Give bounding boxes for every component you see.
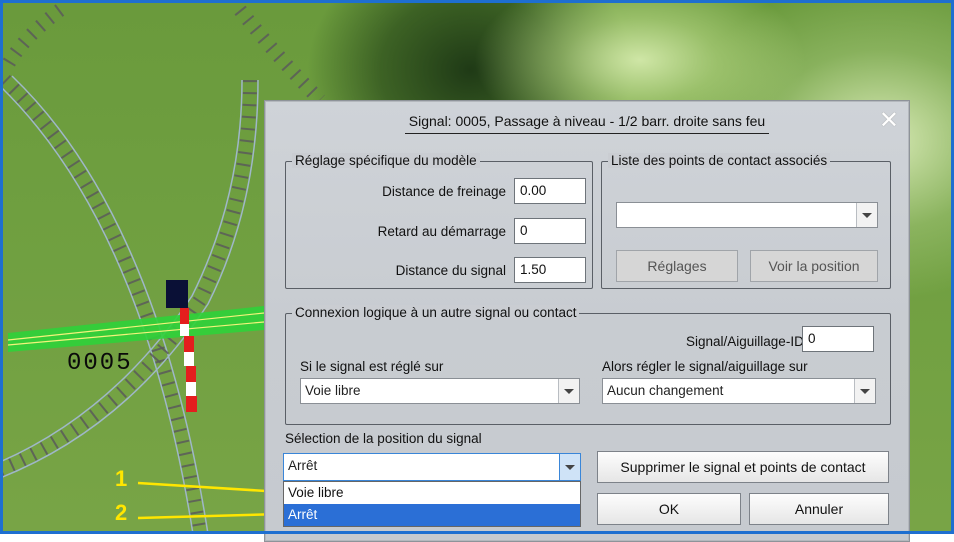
settings-button[interactable]: Réglages xyxy=(616,250,738,282)
view-position-button[interactable]: Voir la position xyxy=(750,250,878,282)
position-option-voie-libre[interactable]: Voie libre xyxy=(284,482,580,504)
dialog-title: Signal: 0005, Passage à niveau - 1/2 bar… xyxy=(265,113,909,134)
model-settings-group: Réglage spécifique du modèle Distance de… xyxy=(285,153,593,289)
if-signal-combo[interactable]: Voie libre xyxy=(300,378,580,404)
chevron-down-icon[interactable] xyxy=(559,454,580,480)
contacts-combo[interactable] xyxy=(616,202,878,228)
signal-distance-input[interactable]: 1.50 xyxy=(514,257,586,283)
dialog-title-text: Signal: 0005, Passage à niveau - 1/2 bar… xyxy=(404,113,770,134)
position-select-value: Arrêt xyxy=(288,458,318,473)
braking-distance-input[interactable]: 0.00 xyxy=(514,178,586,204)
contacts-legend: Liste des points de contact associés xyxy=(608,153,831,168)
braking-distance-label: Distance de freinage xyxy=(382,184,506,199)
signal-distance-label: Distance du signal xyxy=(395,263,506,278)
position-option-arret[interactable]: Arrêt xyxy=(284,504,580,526)
delete-signal-button[interactable]: Supprimer le signal et points de contact xyxy=(597,451,889,483)
start-delay-input[interactable]: 0 xyxy=(514,218,586,244)
track-label: 0005 xyxy=(67,350,133,377)
start-delay-label: Retard au démarrage xyxy=(377,224,506,239)
signal-id-input[interactable]: 0 xyxy=(802,326,874,352)
signal-dialog: Signal: 0005, Passage à niveau - 1/2 bar… xyxy=(264,100,910,542)
chevron-down-icon[interactable] xyxy=(856,203,877,227)
position-selection-label: Sélection de la position du signal xyxy=(285,431,482,446)
then-signal-value: Aucun changement xyxy=(607,383,724,398)
ok-button[interactable]: OK xyxy=(597,493,741,525)
callout-2: 2 xyxy=(115,500,128,525)
if-signal-value: Voie libre xyxy=(305,383,361,398)
chevron-down-icon[interactable] xyxy=(854,379,875,403)
signal-id-label: Signal/Aiguillage-ID xyxy=(686,334,804,349)
cancel-button[interactable]: Annuler xyxy=(749,493,889,525)
then-signal-label: Alors régler le signal/aiguillage sur xyxy=(602,359,808,374)
if-signal-label: Si le signal est réglé sur xyxy=(300,359,444,374)
callout-1: 1 xyxy=(115,466,128,491)
contacts-group: Liste des points de contact associés Rég… xyxy=(601,153,891,289)
position-dropdown-list: Voie libre Arrêt xyxy=(283,481,581,527)
position-select[interactable]: Arrêt xyxy=(283,453,581,481)
logic-connection-legend: Connexion logique à un autre signal ou c… xyxy=(292,305,580,320)
close-icon[interactable]: ✕ xyxy=(879,109,899,133)
model-settings-legend: Réglage spécifique du modèle xyxy=(292,153,480,168)
logic-connection-group: Connexion logique à un autre signal ou c… xyxy=(285,305,891,425)
then-signal-combo[interactable]: Aucun changement xyxy=(602,378,876,404)
chevron-down-icon[interactable] xyxy=(558,379,579,403)
